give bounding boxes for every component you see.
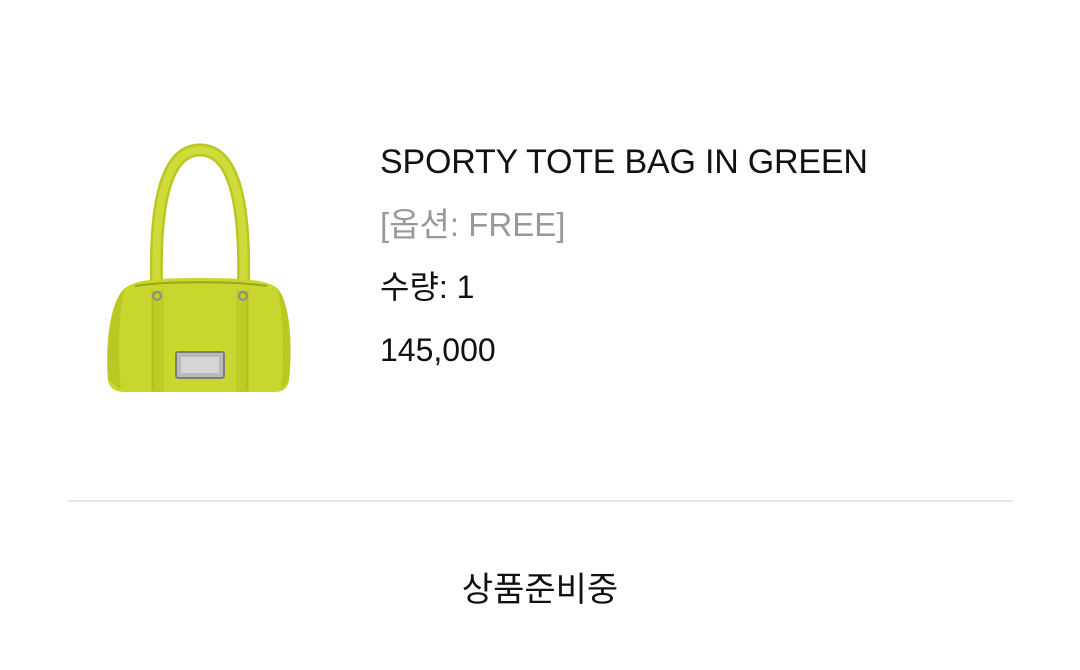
product-info: SPORTY TOTE BAG IN GREEN [옵션: FREE] 수량: … xyxy=(380,140,868,372)
product-price: 145,000 xyxy=(380,332,496,368)
product-image[interactable] xyxy=(95,140,305,400)
order-item-card[interactable]: SPORTY TOTE BAG IN GREEN [옵션: FREE] 수량: … xyxy=(0,0,1080,500)
product-option: [옵션: FREE] xyxy=(380,206,566,243)
product-quantity: 수량: 1 xyxy=(380,269,475,305)
product-name[interactable]: SPORTY TOTE BAG IN GREEN xyxy=(380,140,868,184)
order-status: 상품준비중 xyxy=(461,571,619,609)
divider xyxy=(68,500,1013,502)
